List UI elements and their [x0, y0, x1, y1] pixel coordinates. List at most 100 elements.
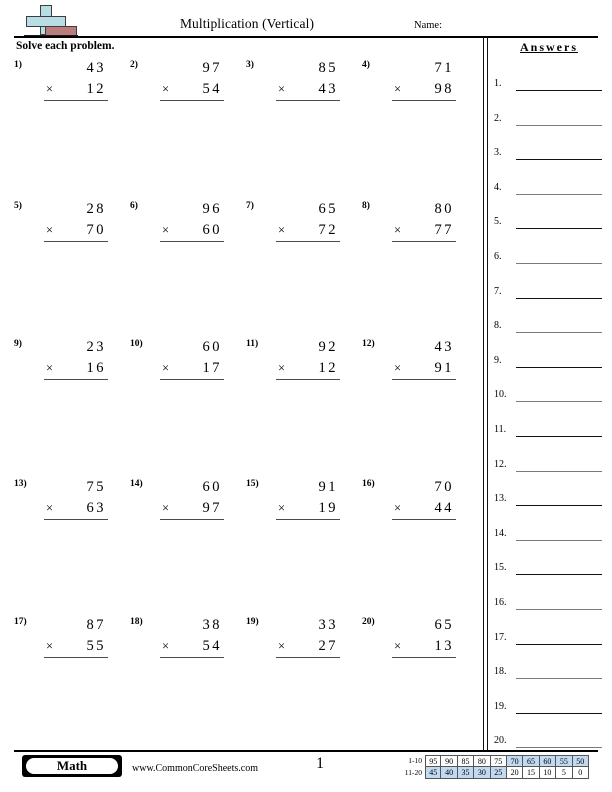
- answer-blank-line[interactable]: [516, 193, 602, 195]
- grade-scale-cell: 45: [425, 767, 442, 779]
- multiplicand: 87: [86, 617, 106, 633]
- answer-blank-line[interactable]: [516, 712, 602, 714]
- answer-row-16[interactable]: 16.: [490, 597, 612, 611]
- answer-row-8[interactable]: 8.: [490, 320, 612, 334]
- answer-row-15[interactable]: 15.: [490, 562, 612, 576]
- problem-14[interactable]: 14) 60 × 97: [130, 477, 230, 525]
- answer-row-4[interactable]: 4.: [490, 182, 612, 196]
- answer-row-14[interactable]: 14.: [490, 528, 612, 542]
- problem-5[interactable]: 5) 28 × 70: [14, 199, 114, 247]
- problem-number: 3): [246, 60, 254, 70]
- problem-17[interactable]: 17) 87 × 55: [14, 615, 114, 663]
- answer-blank-line[interactable]: [516, 574, 602, 576]
- problem-18[interactable]: 18) 38 × 54: [130, 615, 230, 663]
- multiplication-operator-icon: ×: [162, 223, 170, 237]
- answer-blank-line[interactable]: [516, 228, 602, 230]
- problem-8[interactable]: 8) 80 × 77: [362, 199, 462, 247]
- multiplication-operator-icon: ×: [394, 82, 402, 96]
- grade-scale-cell: 40: [441, 767, 458, 779]
- problem-stack: 71 × 98: [392, 58, 456, 101]
- multiplication-operator-icon: ×: [46, 82, 54, 96]
- problem-12[interactable]: 12) 43 × 91: [362, 337, 462, 385]
- multiplier: 12: [318, 360, 338, 376]
- answer-row-11[interactable]: 11.: [490, 424, 612, 438]
- problem-6[interactable]: 6) 96 × 60: [130, 199, 230, 247]
- answer-blank-line[interactable]: [516, 539, 602, 541]
- multiplicand: 38: [202, 617, 222, 633]
- problem-number: 17): [14, 617, 27, 627]
- multiplier: 54: [202, 638, 222, 654]
- answer-number: 8.: [494, 320, 502, 332]
- problem-10[interactable]: 10) 60 × 17: [130, 337, 230, 385]
- multiplicand: 65: [318, 201, 338, 217]
- answer-blank-line[interactable]: [516, 90, 602, 91]
- problem-1[interactable]: 1) 43 × 12: [14, 58, 114, 106]
- multiplicand: 70: [434, 479, 454, 495]
- answer-row-19[interactable]: 19.: [490, 701, 612, 715]
- problem-number: 1): [14, 60, 22, 70]
- problem-20[interactable]: 20) 65 × 13: [362, 615, 462, 663]
- answer-blank-line[interactable]: [516, 609, 602, 610]
- problem-3[interactable]: 3) 85 × 43: [246, 58, 346, 106]
- answer-blank-line[interactable]: [516, 436, 602, 437]
- answer-row-9[interactable]: 9.: [490, 355, 612, 369]
- problem-row: 13) 75 × 63 14) 60 × 97 15) 91 × 19 16) 70 × 44: [14, 477, 480, 525]
- answer-blank-line[interactable]: [516, 263, 602, 264]
- answer-blank-line[interactable]: [516, 505, 602, 507]
- answer-blank-line[interactable]: [516, 470, 602, 472]
- answer-blank-line[interactable]: [516, 747, 602, 749]
- answer-row-12[interactable]: 12.: [490, 459, 612, 473]
- answer-number: 5.: [494, 216, 502, 228]
- grade-scale-cell: 10: [539, 767, 557, 779]
- answer-row-10[interactable]: 10.: [490, 389, 612, 403]
- answer-row-3[interactable]: 3.: [490, 147, 612, 161]
- answer-row-17[interactable]: 17.: [490, 632, 612, 646]
- problem-16[interactable]: 16) 70 × 44: [362, 477, 462, 525]
- problem-stack: 97 × 54: [160, 58, 224, 101]
- grade-scale-cell: 5: [556, 767, 573, 779]
- problem-7[interactable]: 7) 65 × 72: [246, 199, 346, 247]
- multiplier: 60: [202, 222, 222, 238]
- answer-blank-line[interactable]: [516, 159, 602, 161]
- answer-number: 20.: [494, 735, 507, 747]
- problem-15[interactable]: 15) 91 × 19: [246, 477, 346, 525]
- answer-blank-line[interactable]: [516, 643, 602, 645]
- problem-11[interactable]: 11) 92 × 12: [246, 337, 346, 385]
- answer-row-7[interactable]: 7.: [490, 286, 612, 300]
- answer-blank-line[interactable]: [516, 366, 602, 368]
- answer-row-6[interactable]: 6.: [490, 251, 612, 265]
- problem-stack: 38 × 54: [160, 615, 224, 658]
- multiplier: 19: [318, 500, 338, 516]
- problem-number: 4): [362, 60, 370, 70]
- answers-column-divider: [483, 37, 488, 750]
- problem-13[interactable]: 13) 75 × 63: [14, 477, 114, 525]
- answer-row-1[interactable]: 1.: [490, 78, 612, 92]
- answer-blank-line[interactable]: [516, 678, 602, 680]
- multiplier: 13: [434, 638, 454, 654]
- answer-row-13[interactable]: 13.: [490, 493, 612, 507]
- multiplication-operator-icon: ×: [394, 223, 402, 237]
- problem-stack: 43 × 91: [392, 337, 456, 380]
- multiplier: 98: [434, 81, 454, 97]
- multiplier-row: × 13: [392, 635, 456, 658]
- multiplication-operator-icon: ×: [46, 223, 54, 237]
- problem-9[interactable]: 9) 23 × 16: [14, 337, 114, 385]
- problem-stack: 65 × 72: [276, 199, 340, 242]
- answer-blank-line[interactable]: [516, 332, 602, 334]
- grade-scale-cell: 15: [523, 767, 540, 779]
- answer-row-5[interactable]: 5.: [490, 216, 612, 230]
- answer-blank-line[interactable]: [516, 401, 602, 403]
- grade-scale-cell: 50: [572, 755, 589, 767]
- answer-blank-line[interactable]: [516, 297, 602, 299]
- answer-number: 14.: [494, 527, 507, 539]
- answer-row-20[interactable]: 20.: [490, 735, 612, 749]
- multiplicand: 60: [202, 339, 222, 355]
- answer-row-18[interactable]: 18.: [490, 666, 612, 680]
- problem-19[interactable]: 19) 33 × 27: [246, 615, 346, 663]
- grade-scale-cell: 70: [506, 755, 524, 767]
- grade-scale-cell: 25: [490, 767, 507, 779]
- problem-2[interactable]: 2) 97 × 54: [130, 58, 230, 106]
- answer-row-2[interactable]: 2.: [490, 113, 612, 127]
- answer-blank-line[interactable]: [516, 124, 602, 126]
- problem-4[interactable]: 4) 71 × 98: [362, 58, 462, 106]
